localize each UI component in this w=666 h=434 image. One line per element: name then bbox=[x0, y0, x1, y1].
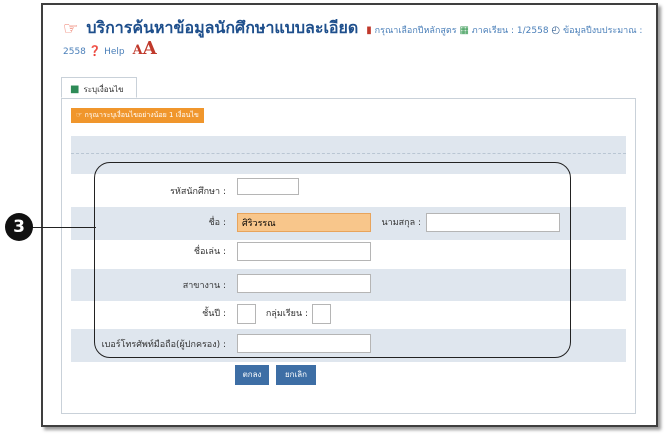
cancel-button[interactable]: ยกเลิก bbox=[276, 365, 316, 385]
student-id-row: รหัสนักศึกษา : bbox=[71, 174, 626, 207]
year-level-input[interactable] bbox=[237, 304, 256, 324]
last-name-label: นามสกุล : bbox=[381, 218, 422, 228]
warning-text: กรุณาระบุเงื่อนไขอย่างน้อย 1 เงื่อนไข bbox=[84, 111, 199, 119]
first-name-label: ชื่อ : bbox=[208, 218, 226, 228]
group-input[interactable] bbox=[312, 304, 331, 324]
tab-bar: ■ ระบุเงื่อนไข bbox=[61, 77, 636, 99]
help-icon[interactable]: ❓ bbox=[89, 46, 101, 57]
course-year-link[interactable]: กรุณาเลือกปีหลักสูตร bbox=[375, 26, 457, 36]
nickname-input[interactable] bbox=[237, 242, 371, 261]
font-increase-button[interactable]: A bbox=[143, 38, 157, 59]
submit-button[interactable]: ตกลง bbox=[235, 365, 269, 385]
year-level-label: ชั้นปี : bbox=[202, 309, 226, 319]
thumbs-up-icon: ☞ bbox=[76, 111, 85, 119]
thumbs-up-icon: ☞ bbox=[63, 19, 79, 39]
help-link[interactable]: Help bbox=[104, 47, 125, 57]
calendar-icon: ▦ bbox=[459, 25, 469, 36]
page-title: บริการค้นหาข้อมูลนักศึกษาแบบละเอียด bbox=[86, 18, 359, 37]
callout-number: 3 bbox=[5, 213, 33, 241]
app-window: ☞ บริการค้นหาข้อมูลนักศึกษาแบบละเอียด ▮ … bbox=[41, 3, 658, 427]
font-decrease-button[interactable]: A bbox=[133, 43, 143, 58]
header: ☞ บริการค้นหาข้อมูลนักศึกษาแบบละเอียด ▮ … bbox=[63, 19, 653, 61]
nickname-label: ชื่อเล่น : bbox=[193, 247, 226, 257]
first-name-input[interactable] bbox=[237, 213, 371, 232]
parent-phone-row: เบอร์โทรศัพท์มือถือ(ผู้ปกครอง) : bbox=[71, 329, 626, 362]
font-size-control[interactable]: AA bbox=[133, 38, 157, 59]
callout-leader-line bbox=[32, 227, 96, 228]
student-id-input[interactable] bbox=[237, 178, 299, 195]
student-id-label: รหัสนักศึกษา : bbox=[170, 187, 226, 197]
major-input[interactable] bbox=[237, 274, 371, 293]
last-name-input[interactable] bbox=[426, 213, 560, 232]
book-icon: ▮ bbox=[366, 25, 372, 36]
tab-conditions[interactable]: ■ ระบุเงื่อนไข bbox=[61, 77, 137, 98]
clock-icon: ◴ bbox=[551, 25, 561, 36]
filter-band bbox=[71, 136, 626, 174]
divider bbox=[71, 153, 626, 154]
name-row: ชื่อ : นามสกุล : bbox=[71, 207, 626, 240]
major-row: สาขางาน : bbox=[71, 269, 626, 301]
group-label: กลุ่มเรียน : bbox=[265, 309, 308, 319]
tab-label: ระบุเงื่อนไข bbox=[83, 85, 124, 94]
search-panel: ☞ กรุณาระบุเงื่อนไขอย่างน้อย 1 เงื่อนไข … bbox=[61, 98, 636, 414]
warning-badge: ☞ กรุณาระบุเงื่อนไขอย่างน้อย 1 เงื่อนไข bbox=[71, 108, 204, 123]
bookmark-icon: ■ bbox=[70, 84, 80, 95]
term-text: ภาคเรียน : 1/2558 bbox=[471, 26, 549, 36]
parent-phone-input[interactable] bbox=[237, 334, 371, 353]
major-label: สาขางาน : bbox=[182, 281, 226, 291]
parent-phone-label: เบอร์โทรศัพท์มือถือ(ผู้ปกครอง) : bbox=[101, 340, 226, 350]
